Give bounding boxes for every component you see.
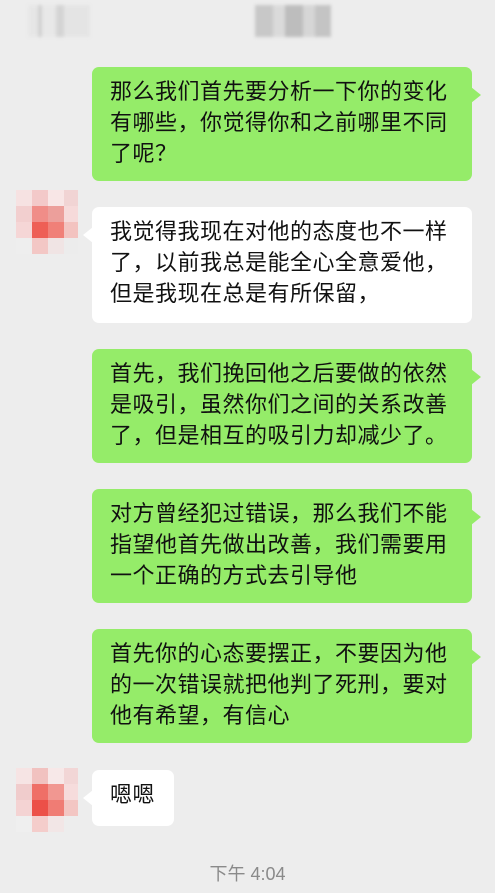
message-bubble-sent[interactable]: 首先，我们挽回他之后要做的依然是吸引，虽然你们之间的关系改善了，但是相互的吸引力…: [92, 349, 481, 463]
message-text: 嗯嗯: [110, 783, 156, 808]
message-text: 我觉得我现在对他的态度也不一样了，以前我总是能全心全意爱他，但是我现在总是有所保…: [110, 220, 448, 307]
chat-header: [0, 0, 495, 46]
message-timestamp: 下午 4:04: [209, 864, 286, 884]
message-bubble-sent[interactable]: 首先你的心态要摆正，不要因为他的一次错误就把他判了死刑，要对他有希望，有信心: [92, 629, 481, 743]
contact-name-blurred: [255, 5, 331, 37]
message-text: 首先你的心态要摆正，不要因为他的一次错误就把他判了死刑，要对他有希望，有信心: [110, 642, 448, 729]
message-bubble-received[interactable]: 嗯嗯: [83, 770, 174, 826]
message-text: 对方曾经犯过错误，那么我们不能指望他首先做出改善，我们需要用一个正确的方式去引导…: [110, 502, 448, 589]
message-text: 那么我们首先要分析一下你的变化有哪些，你觉得你和之前哪里不同了呢？: [110, 80, 448, 167]
message-bubble-sent[interactable]: 那么我们首先要分析一下你的变化有哪些，你觉得你和之前哪里不同了呢？: [92, 67, 481, 181]
back-button-blurred[interactable]: [28, 5, 90, 37]
contact-avatar[interactable]: [16, 190, 78, 260]
message-bubble-sent[interactable]: 对方曾经犯过错误，那么我们不能指望他首先做出改善，我们需要用一个正确的方式去引导…: [92, 489, 481, 603]
contact-avatar[interactable]: [16, 768, 78, 838]
message-text: 首先，我们挽回他之后要做的依然是吸引，虽然你们之间的关系改善了，但是相互的吸引力…: [110, 362, 448, 449]
message-bubble-received[interactable]: 我觉得我现在对他的态度也不一样了，以前我总是能全心全意爱他，但是我现在总是有所保…: [83, 207, 472, 323]
